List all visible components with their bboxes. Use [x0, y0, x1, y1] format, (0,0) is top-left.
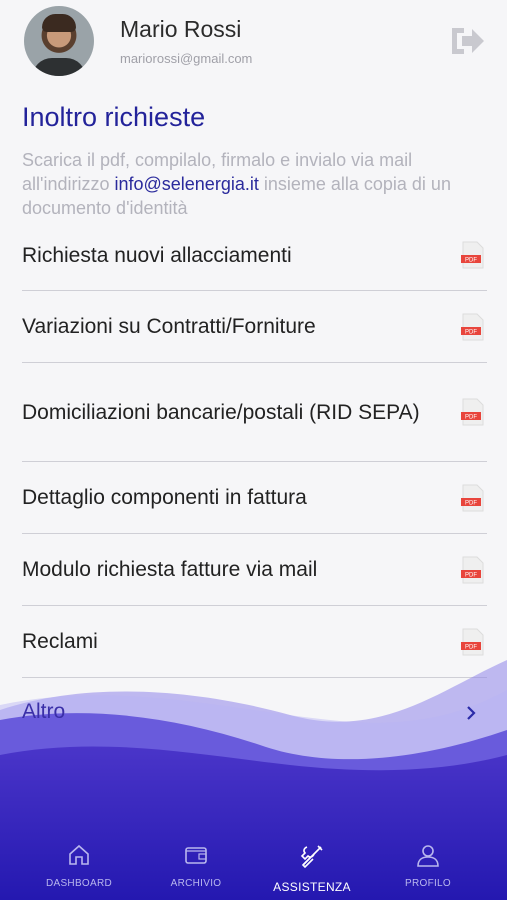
svg-text:PDF: PDF	[465, 329, 477, 335]
list-item-label: Dettaglio componenti in fattura	[22, 486, 307, 509]
email-link[interactable]: info@selenergia.it	[114, 174, 258, 194]
pdf-icon[interactable]: PDF	[461, 313, 485, 341]
list-item[interactable]: Modulo richiesta fatture via mail PDF	[22, 534, 487, 606]
nav-label: ASSISTENZA	[273, 880, 351, 894]
bottom-nav: DASHBOARD ARCHIVIO ASSISTENZA PROFILO	[0, 830, 507, 900]
list-item-label: Variazioni su Contratti/Forniture	[22, 315, 316, 338]
nav-archivio[interactable]: ARCHIVIO	[141, 830, 251, 900]
svg-text:PDF: PDF	[465, 644, 477, 650]
nav-label: DASHBOARD	[45, 878, 113, 889]
pdf-icon[interactable]: PDF	[461, 398, 485, 426]
list-item[interactable]: Richiesta nuovi allacciamenti PDF	[22, 220, 487, 291]
logout-icon[interactable]	[448, 24, 488, 58]
list-item-label: Reclami	[22, 630, 98, 653]
user-name: Mario Rossi	[120, 16, 242, 42]
pdf-icon[interactable]: PDF	[461, 628, 485, 656]
header: Mario Rossi mariorossi@gmail.com	[0, 0, 507, 90]
list-item-label: Domiciliazioni bancarie/postali (RID SEP…	[22, 400, 420, 424]
svg-text:PDF: PDF	[465, 258, 477, 264]
svg-text:PDF: PDF	[465, 572, 477, 578]
user-email: mariorossi@gmail.com	[120, 51, 253, 66]
list-item[interactable]: Domiciliazioni bancarie/postali (RID SEP…	[22, 363, 487, 462]
tools-icon	[300, 845, 323, 869]
nav-label: PROFILO	[405, 878, 451, 889]
pdf-icon[interactable]: PDF	[461, 241, 485, 269]
pdf-icon[interactable]: PDF	[461, 484, 485, 512]
wallet-icon	[185, 847, 207, 864]
nav-dashboard[interactable]: DASHBOARD	[24, 830, 134, 900]
nav-profilo[interactable]: PROFILO	[373, 830, 483, 900]
altro-item[interactable]: Altro	[22, 700, 65, 724]
list-item-label: Modulo richiesta fatture via mail	[22, 558, 318, 581]
list-item[interactable]: Dettaglio componenti in fattura PDF	[22, 462, 487, 534]
svg-text:PDF: PDF	[465, 415, 477, 421]
chevron-right-icon[interactable]	[464, 703, 478, 723]
pdf-icon[interactable]: PDF	[461, 556, 485, 584]
user-icon	[417, 845, 439, 867]
list-item-label: Richiesta nuovi allacciamenti	[22, 243, 292, 267]
request-list: Richiesta nuovi allacciamenti PDF Variaz…	[22, 220, 487, 678]
list-item[interactable]: Variazioni su Contratti/Forniture PDF	[22, 291, 487, 363]
avatar[interactable]	[24, 6, 94, 76]
svg-text:PDF: PDF	[465, 500, 477, 506]
nav-assistenza[interactable]: ASSISTENZA	[257, 830, 367, 900]
home-icon	[69, 844, 89, 865]
page-title: Inoltro richieste	[22, 102, 206, 132]
nav-label: ARCHIVIO	[170, 878, 222, 889]
page-description: Scarica il pdf, compilalo, firmalo e inv…	[22, 150, 451, 218]
